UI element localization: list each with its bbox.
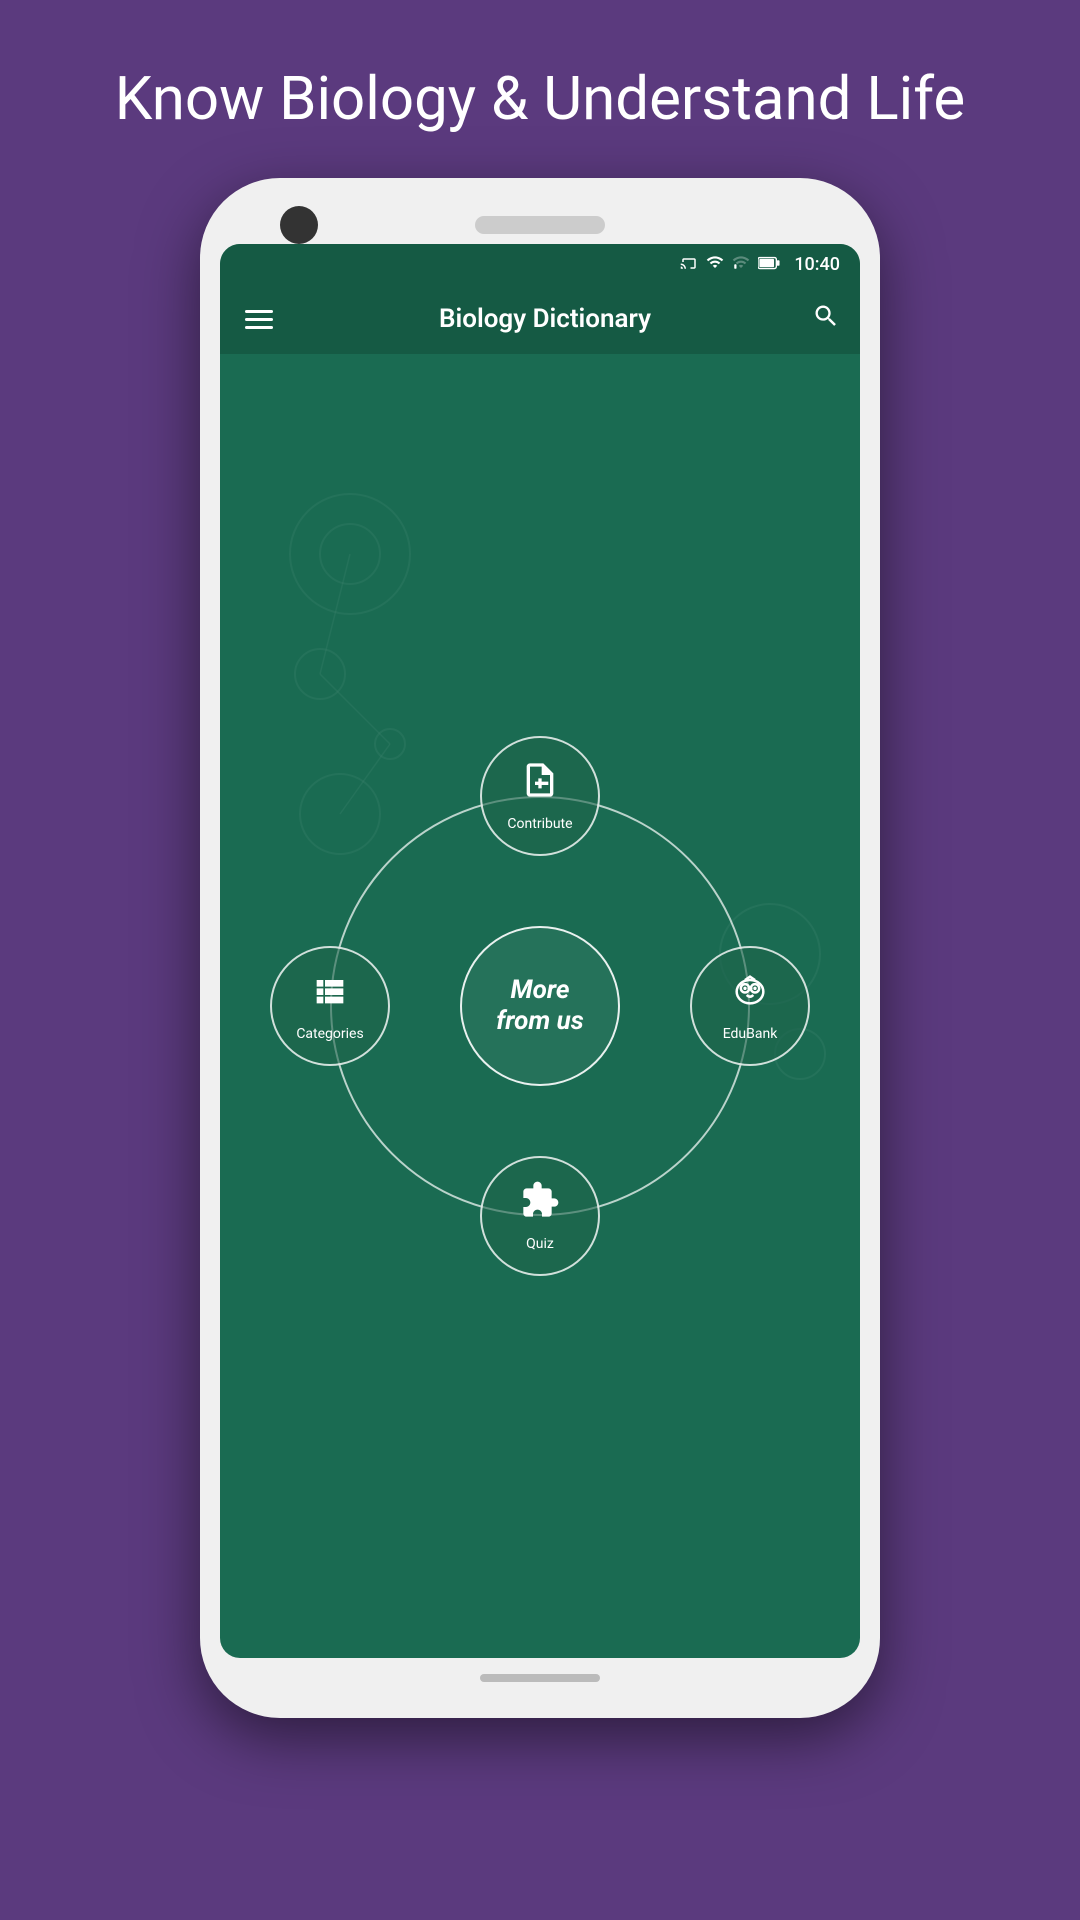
status-icons: 10:40: [680, 253, 840, 275]
wifi-icon: [706, 253, 724, 275]
speaker: [475, 216, 605, 234]
phone-shell: 10:40 Biology Dictionary: [200, 178, 880, 1718]
circle-menu: Morefrom us Contribute: [300, 766, 780, 1246]
search-button[interactable]: [812, 302, 840, 337]
quiz-button[interactable]: Quiz: [480, 1156, 600, 1276]
toolbar-title: Biology Dictionary: [298, 304, 792, 334]
status-time: 10:40: [794, 254, 840, 275]
phone-top-bar: [220, 198, 860, 244]
edubank-icon: [730, 970, 770, 1018]
categories-icon: [310, 970, 350, 1018]
edubank-label: EduBank: [723, 1026, 778, 1042]
edubank-button[interactable]: EduBank: [690, 946, 810, 1066]
contribute-button[interactable]: Contribute: [480, 736, 600, 856]
categories-label: Categories: [296, 1026, 363, 1042]
home-bar: [480, 1674, 600, 1682]
page-header-text: Know Biology & Understand Life: [35, 0, 1045, 178]
quiz-label: Quiz: [526, 1236, 554, 1252]
front-camera: [280, 206, 318, 244]
phone-screen: 10:40 Biology Dictionary: [220, 244, 860, 1658]
cast-icon: [680, 253, 698, 275]
contribute-icon: [520, 760, 560, 808]
categories-button[interactable]: Categories: [270, 946, 390, 1066]
quiz-icon: [520, 1180, 560, 1228]
phone-bottom: [220, 1658, 860, 1698]
more-from-us-button[interactable]: Morefrom us: [460, 926, 620, 1086]
signal-icon: [732, 253, 750, 275]
app-toolbar: Biology Dictionary: [220, 284, 860, 354]
menu-button[interactable]: [240, 305, 278, 334]
main-content: Morefrom us Contribute: [220, 354, 860, 1658]
contribute-label: Contribute: [507, 816, 572, 832]
battery-icon: [758, 255, 780, 274]
status-bar: 10:40: [220, 244, 860, 284]
more-from-us-label: Morefrom us: [496, 975, 583, 1037]
